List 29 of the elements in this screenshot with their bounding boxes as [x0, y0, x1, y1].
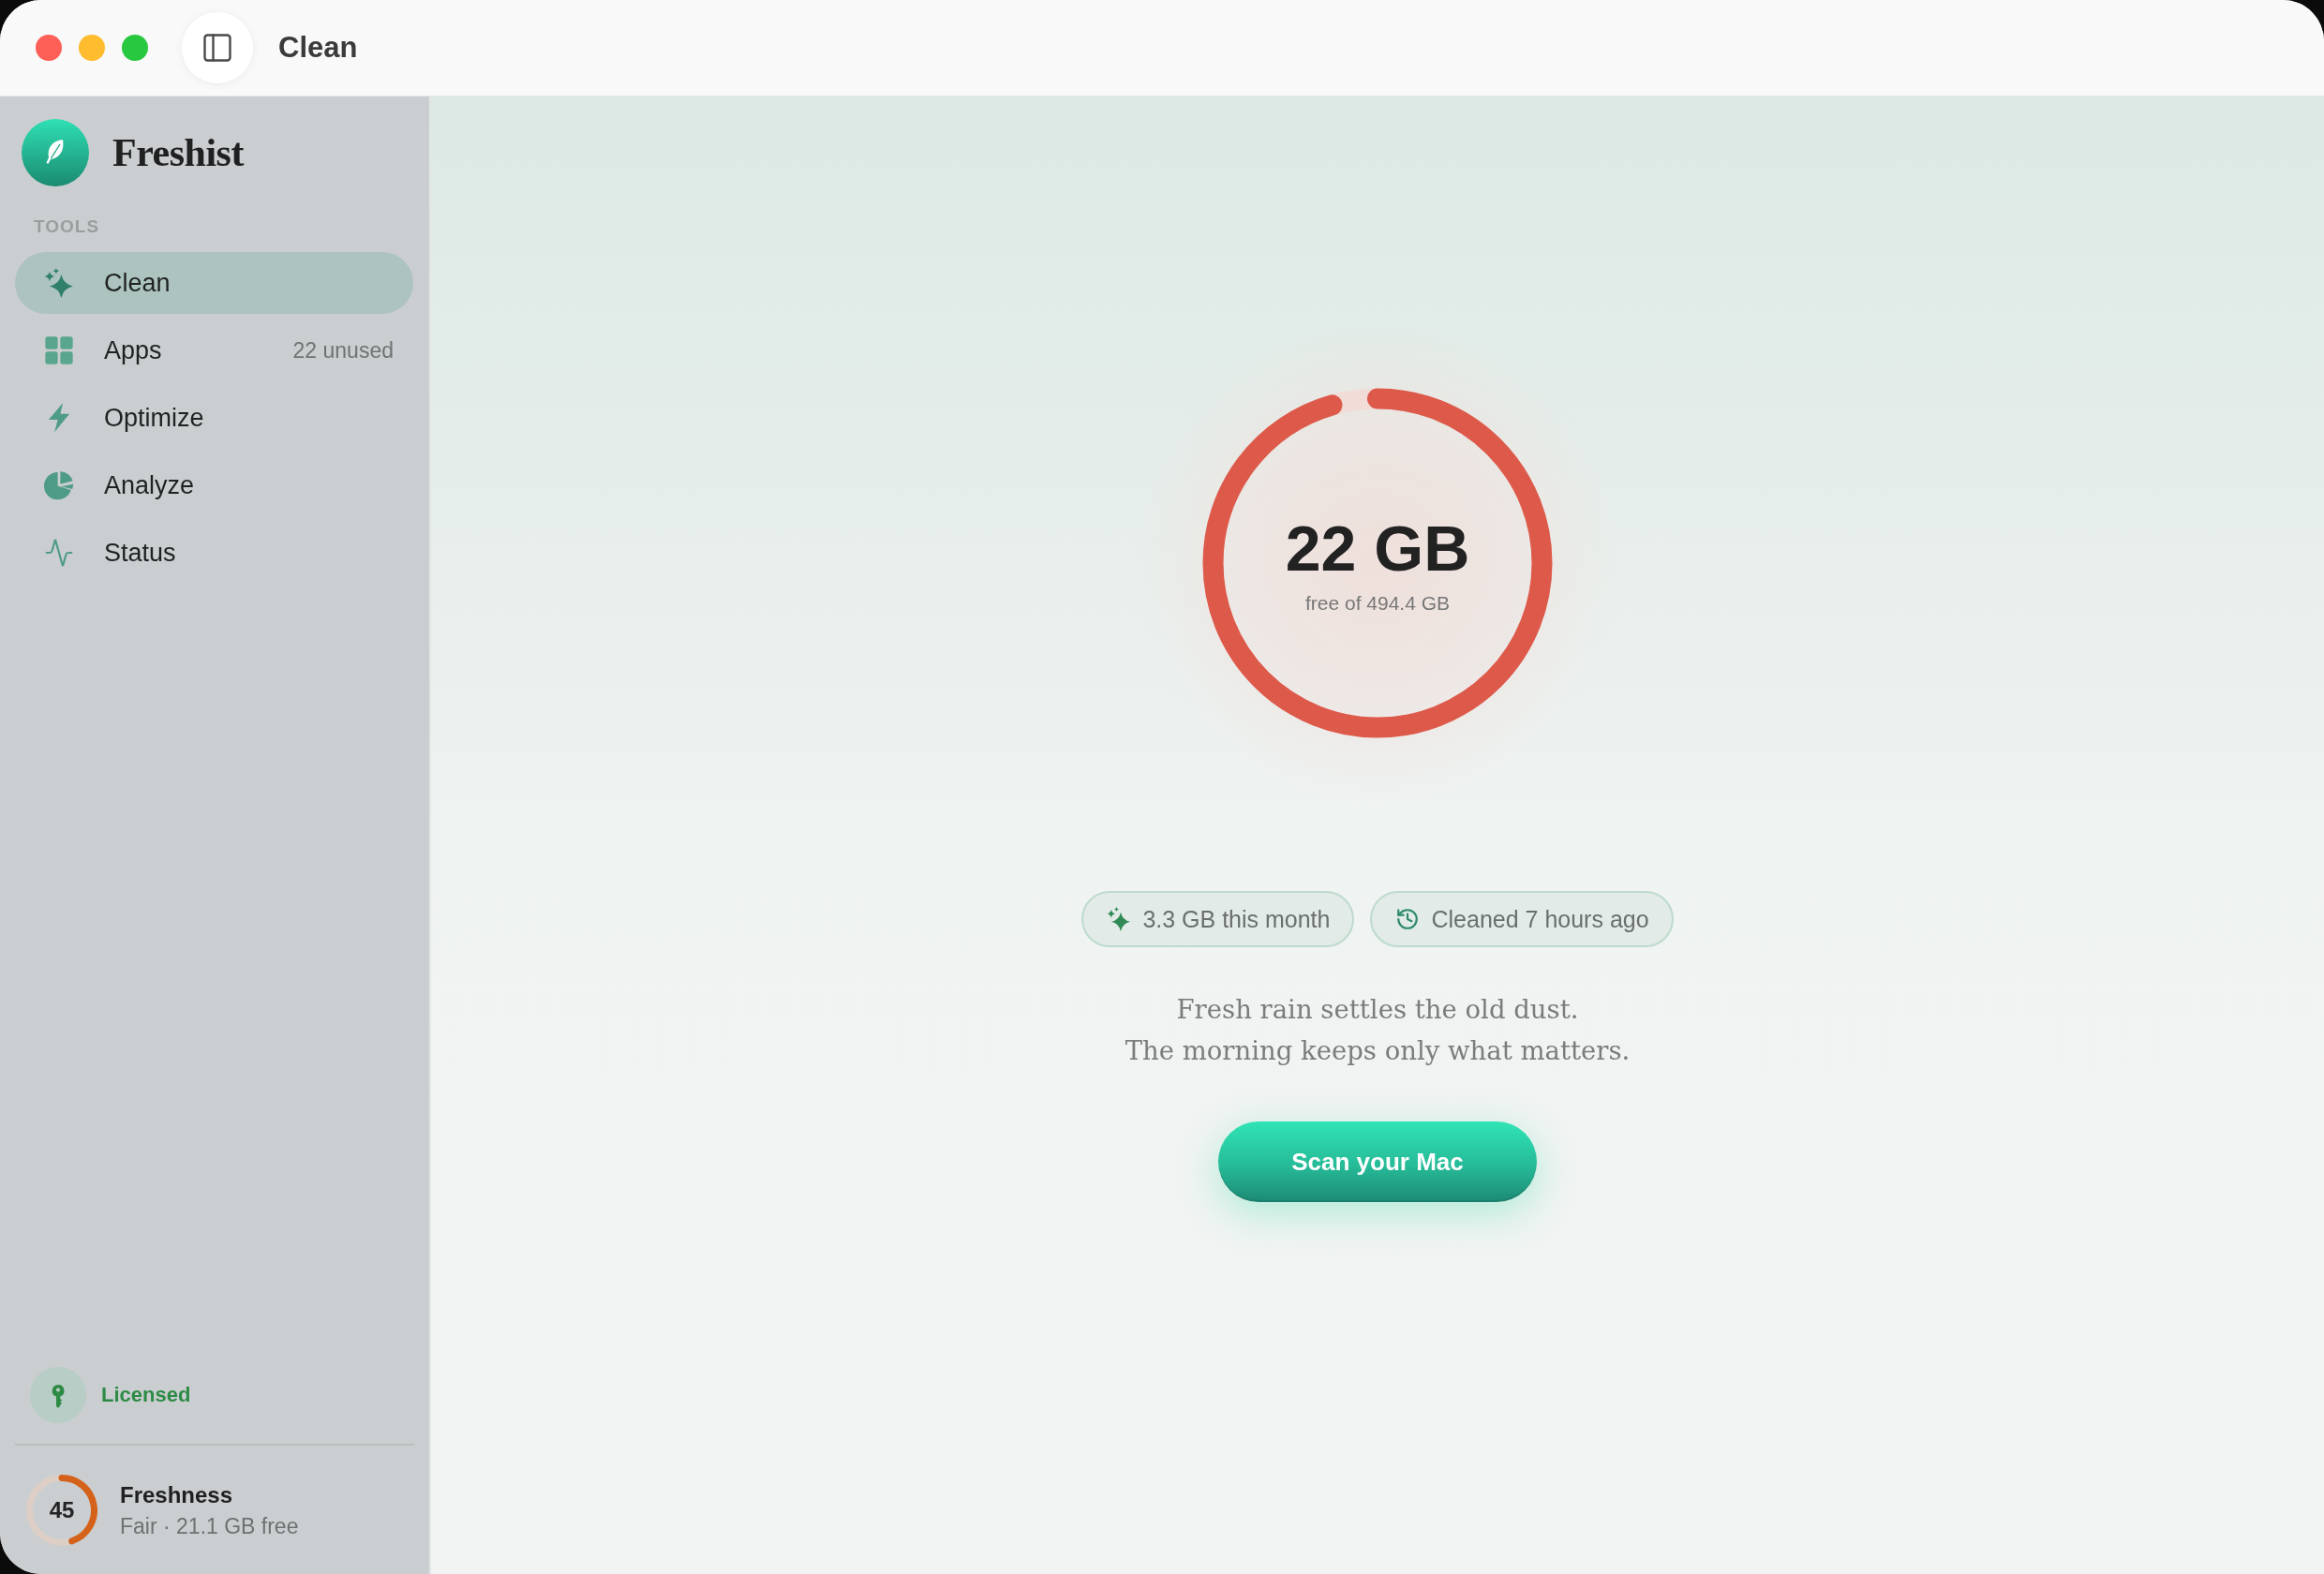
grid-icon	[44, 335, 74, 365]
sidebar-item[interactable]: Analyze	[15, 454, 413, 516]
window-minimize-button[interactable]	[79, 35, 105, 61]
sidebar-item[interactable]: Apps 22 unused	[15, 319, 413, 381]
sidebar-item[interactable]: Optimize	[15, 387, 413, 449]
license-status: Licensed	[101, 1383, 191, 1407]
poem-text: Fresh rain settles the old dust. The morning keeps only what matters.	[1125, 993, 1631, 1067]
chip-label: 3.3 GB this month	[1142, 905, 1331, 933]
chip-label: Cleaned 7 hours ago	[1431, 905, 1649, 933]
app-name: Freshist	[112, 130, 244, 175]
clock-history-icon	[1395, 907, 1421, 931]
unused-count: 22 unused	[292, 337, 394, 364]
leaf-logo-icon	[22, 119, 89, 186]
freshness-title: Freshness	[120, 1481, 234, 1508]
sidebar-item[interactable]: Clean	[15, 252, 413, 314]
sparkles-icon	[44, 268, 74, 298]
window-close-button[interactable]	[36, 35, 62, 61]
window-zoom-button[interactable]	[122, 35, 148, 61]
freshness-detail: Fair · 21.1 GB free	[120, 1513, 299, 1539]
key-icon	[30, 1367, 86, 1423]
pulse-icon	[44, 538, 74, 568]
freshness-score: 45	[49, 1497, 75, 1523]
sidebar-icon	[201, 31, 234, 65]
pie-chart-icon	[44, 470, 74, 500]
sidebar-item[interactable]: Status	[15, 522, 413, 584]
free-space-value: 22 GB	[1285, 512, 1470, 585]
free-space-caption: free of 494.4 GB	[1304, 592, 1451, 615]
sparkles-icon	[1107, 907, 1132, 931]
window-title: Clean	[278, 31, 358, 65]
